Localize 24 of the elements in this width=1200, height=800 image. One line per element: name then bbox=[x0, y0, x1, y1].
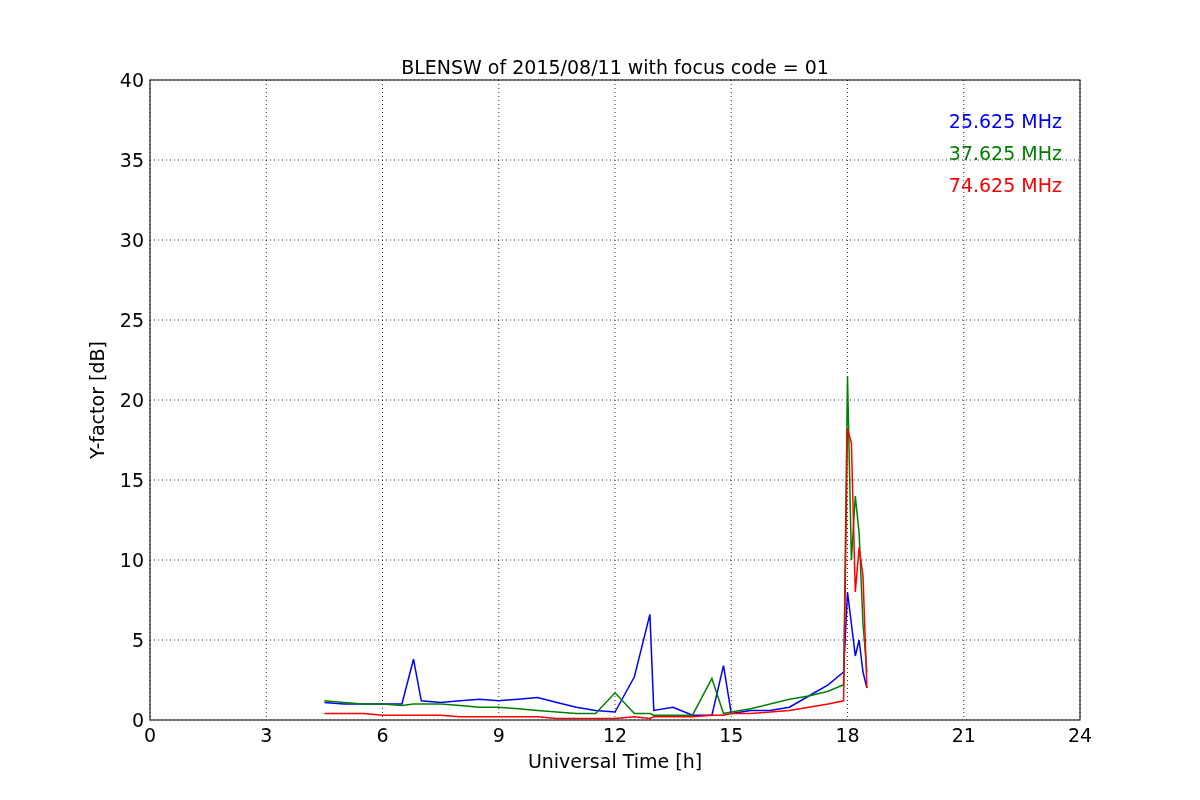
legend-label: 37.625 MHz bbox=[948, 142, 1062, 164]
chart-title: BLENSW of 2015/08/11 with focus code = 01 bbox=[401, 56, 829, 78]
x-axis-label: Universal Time [h] bbox=[527, 750, 703, 772]
x-tick-label: 21 bbox=[951, 724, 976, 746]
x-tick-label: 24 bbox=[1067, 724, 1093, 746]
x-tick-label: 15 bbox=[719, 724, 744, 746]
y-tick-label: 20 bbox=[119, 389, 144, 411]
y-tick-label: 40 bbox=[119, 69, 144, 91]
x-tick-label: 9 bbox=[492, 724, 505, 746]
x-tick-label: 0 bbox=[143, 724, 157, 746]
y-tick-label: 5 bbox=[131, 629, 144, 651]
legend-label: 74.625 MHz bbox=[948, 174, 1062, 196]
x-tick-label: 3 bbox=[260, 724, 273, 746]
y-tick-label: 0 bbox=[131, 709, 144, 731]
y-axis-label: Y-factor [dB] bbox=[86, 341, 108, 459]
x-tick-label: 6 bbox=[376, 724, 389, 746]
y-tick-label: 35 bbox=[119, 149, 144, 171]
y-tick-label: 10 bbox=[119, 549, 144, 571]
legend-label: 25.625 MHz bbox=[948, 110, 1062, 132]
y-tick-label: 25 bbox=[119, 309, 144, 331]
y-tick-label: 30 bbox=[119, 229, 144, 251]
x-tick-label: 18 bbox=[835, 724, 860, 746]
y-tick-label: 15 bbox=[119, 469, 144, 491]
x-tick-label: 12 bbox=[602, 724, 628, 746]
